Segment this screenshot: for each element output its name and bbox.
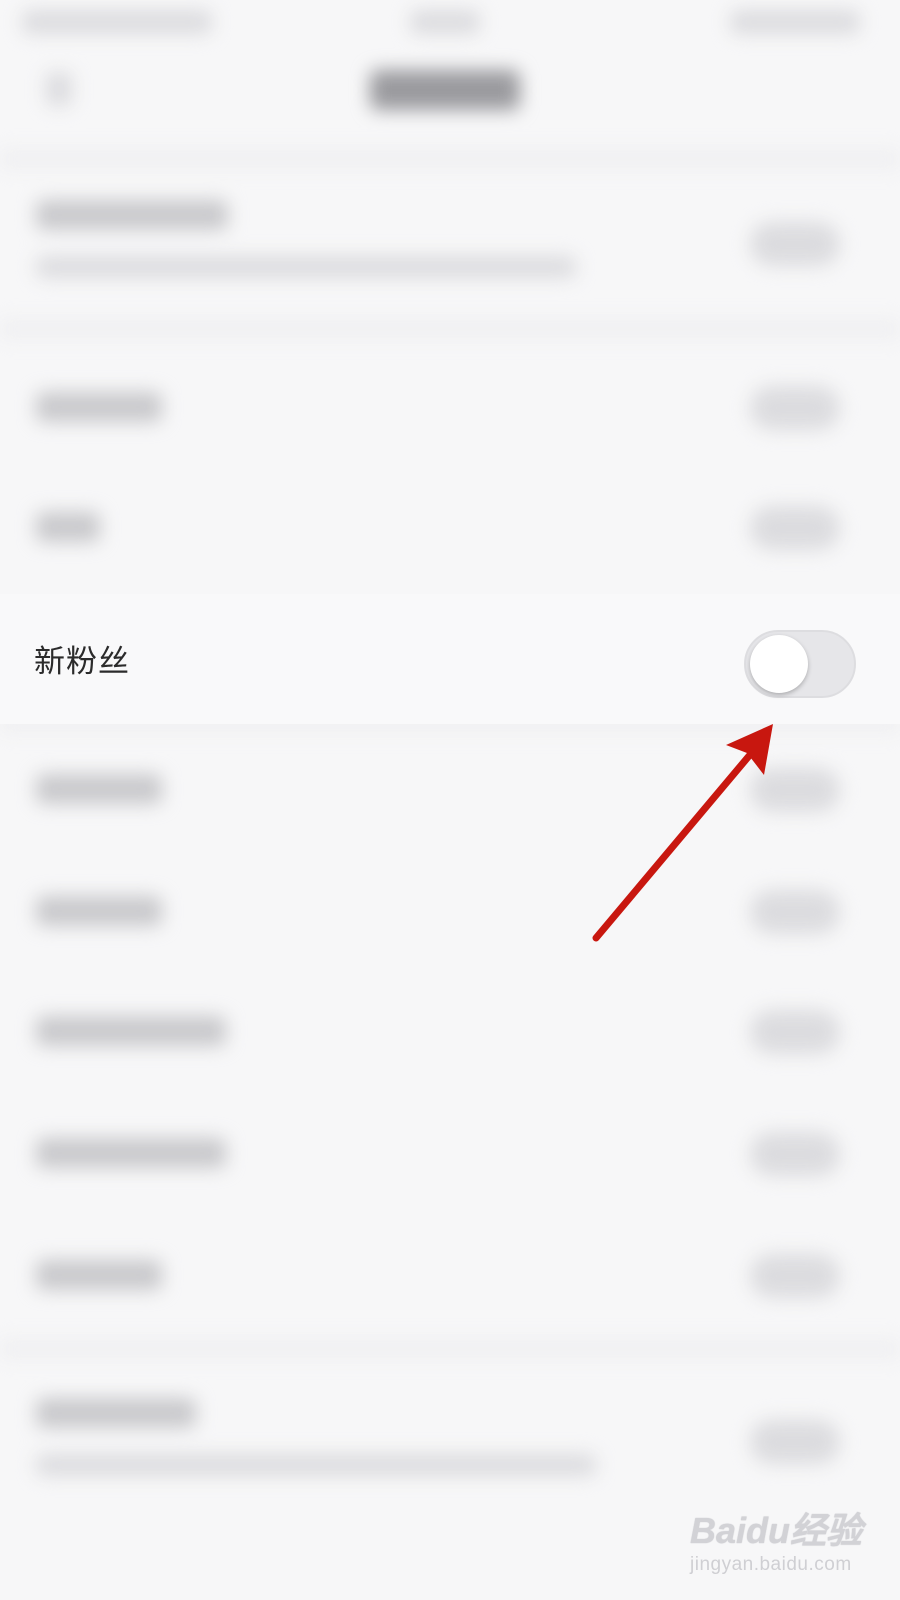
row-title-blur xyxy=(36,1398,196,1428)
toggle-blur[interactable] xyxy=(750,768,840,812)
row-title-blur xyxy=(36,392,162,422)
row-desc-blur xyxy=(36,256,576,278)
row-title-blur xyxy=(36,1260,162,1290)
row-title-blur xyxy=(36,200,228,230)
watermark-logo: Baidu经验 xyxy=(690,1510,863,1551)
toggle-blur[interactable] xyxy=(750,386,840,430)
divider xyxy=(0,1340,900,1358)
toggle-blur[interactable] xyxy=(750,1132,840,1176)
new-fans-label: 新粉丝 xyxy=(34,644,130,680)
status-bar-right xyxy=(730,10,860,34)
status-bar-time xyxy=(410,10,480,34)
page-title-blur xyxy=(370,70,520,110)
status-bar-left xyxy=(22,10,212,34)
toggle-knob xyxy=(750,635,808,693)
blurred-background xyxy=(0,0,900,1600)
divider xyxy=(0,320,900,338)
back-icon[interactable] xyxy=(46,72,72,106)
row-title-blur xyxy=(36,774,162,804)
row-desc-blur xyxy=(36,1454,596,1476)
toggle-blur[interactable] xyxy=(750,1420,840,1464)
watermark-url: jingyan.baidu.com xyxy=(690,1554,852,1575)
row-title-blur xyxy=(36,896,162,926)
baidu-jingyan-watermark: Baidu经验 jingyan.baidu.com xyxy=(690,1502,890,1592)
notification-settings-screen: 新粉丝 Baidu经验 jingyan.baidu.com xyxy=(0,0,900,1600)
toggle-blur[interactable] xyxy=(750,1254,840,1298)
toggle-blur[interactable] xyxy=(750,1010,840,1054)
row-title-blur xyxy=(36,512,100,542)
row-title-blur xyxy=(36,1138,226,1168)
toggle-blur[interactable] xyxy=(750,890,840,934)
toggle-blur[interactable] xyxy=(750,222,840,266)
toggle-blur[interactable] xyxy=(750,506,840,550)
divider xyxy=(0,150,900,168)
new-fans-toggle[interactable] xyxy=(744,630,856,698)
row-title-blur xyxy=(36,1016,226,1046)
